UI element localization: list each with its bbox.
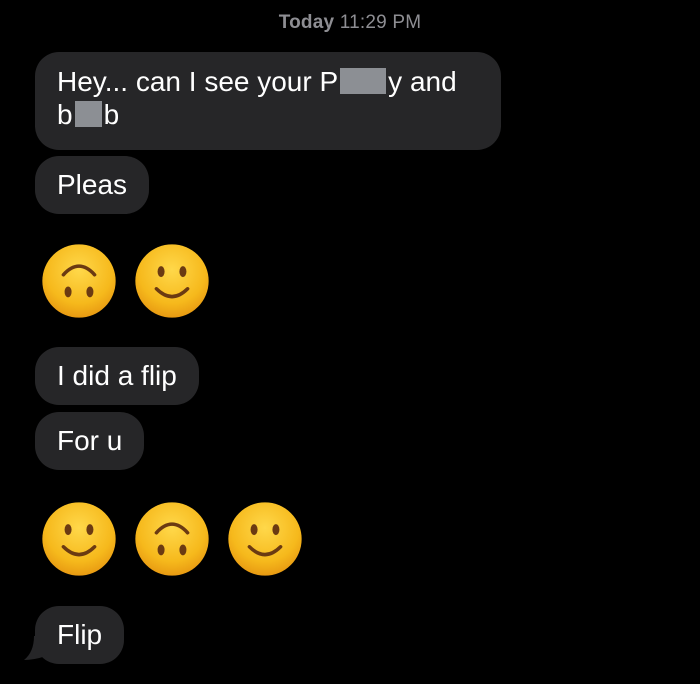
message-text: b xyxy=(57,99,73,130)
message-text: y and xyxy=(388,66,457,97)
message-bubble-4[interactable]: For u xyxy=(35,412,145,470)
timestamp-header: Today 11:29 PM xyxy=(0,12,700,34)
redaction-block xyxy=(74,101,102,127)
upside-down-face-icon xyxy=(135,502,209,576)
message-text: Hey... can I see your P xyxy=(57,66,339,97)
emoji-message-2[interactable] xyxy=(40,500,304,578)
message-text: Flip xyxy=(57,619,103,650)
message-bubble-2[interactable]: Pleas xyxy=(35,156,150,214)
message-text: For u xyxy=(57,425,123,456)
emoji-message-1[interactable] xyxy=(40,242,211,320)
message-bubble-3[interactable]: I did a flip xyxy=(35,347,199,405)
message-bubble-1[interactable]: Hey... can I see your P y and bb xyxy=(35,52,501,150)
timestamp-day: Today xyxy=(278,12,335,33)
message-text: Pleas xyxy=(57,169,128,200)
redaction-block xyxy=(340,68,387,94)
message-bubble-5[interactable]: Flip xyxy=(35,606,125,664)
slightly-smiling-face-icon xyxy=(42,502,116,576)
message-text: I did a flip xyxy=(57,360,177,391)
timestamp-time: 11:29 PM xyxy=(339,12,422,33)
upside-down-face-icon xyxy=(42,244,116,318)
slightly-smiling-face-icon xyxy=(228,502,302,576)
slightly-smiling-face-icon xyxy=(135,244,209,318)
message-text: b xyxy=(103,99,120,130)
